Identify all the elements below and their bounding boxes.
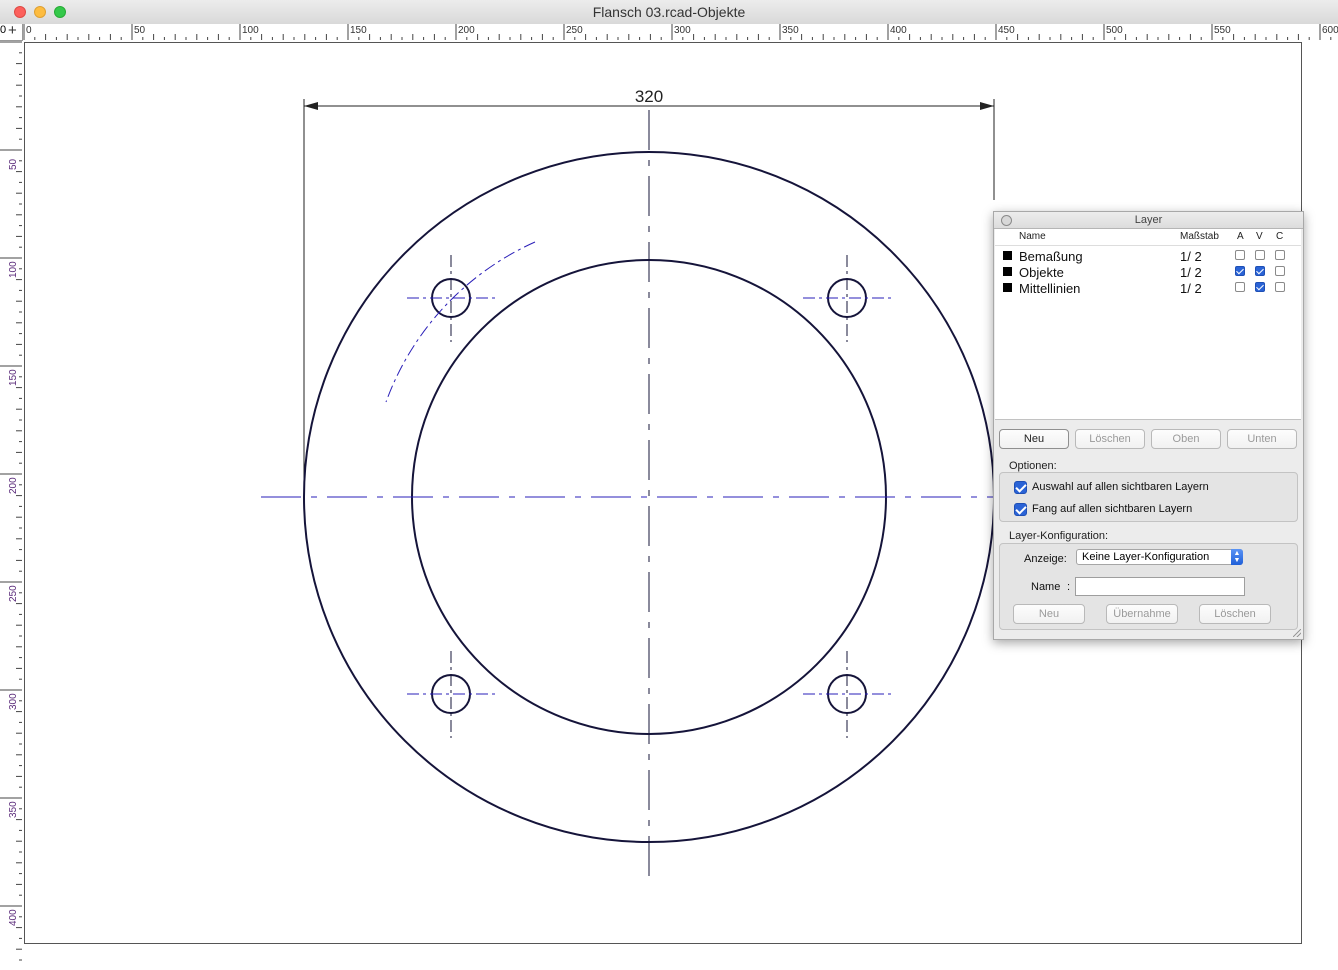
option-selection-label[interactable]: Auswahl auf allen sichtbaren Layern [1032, 481, 1209, 493]
column-header-scale[interactable]: Maßstab [1180, 231, 1220, 242]
checkbox-c[interactable] [1275, 282, 1285, 292]
config-apply-button[interactable]: Übernahme [1106, 604, 1178, 624]
option-selection-checkbox[interactable] [1014, 481, 1027, 494]
layer-panel-title: Layer [1134, 214, 1163, 226]
checkbox-a[interactable] [1235, 282, 1245, 292]
layer-config-select-value: Keine Layer-Konfiguration [1082, 551, 1210, 563]
option-snap-label[interactable]: Fang auf allen sichtbaren Layern [1032, 503, 1192, 515]
layer-row[interactable]: Mittellinien 1/ 2 [995, 280, 1301, 296]
checkbox-v[interactable] [1255, 250, 1265, 260]
layer-panel: Layer Name Maßstab A V C Bemaßung 1/ 2 O… [993, 211, 1304, 640]
checkbox-a[interactable] [1235, 250, 1245, 260]
layer-color-swatch[interactable] [1003, 283, 1012, 292]
layer-panel-titlebar: Layer [994, 212, 1303, 229]
dimension-arrow-left [304, 102, 318, 110]
checkbox-v[interactable] [1255, 266, 1265, 276]
layer-name: Mittellinien [1019, 281, 1081, 296]
layer-config-select[interactable]: Keine Layer-Konfiguration ▲ ▼ [1076, 549, 1243, 565]
resize-grip-icon[interactable] [1293, 629, 1301, 637]
dimension-text: 320 [635, 87, 663, 106]
layer-row[interactable]: Bemaßung 1/ 2 [995, 248, 1301, 264]
ruler-origin-label: 0 [0, 24, 7, 36]
option-snap-checkbox[interactable] [1014, 503, 1027, 516]
dimension-arrow-right [980, 102, 994, 110]
layer-row[interactable]: Objekte 1/ 2 [995, 264, 1301, 280]
checkbox-c[interactable] [1275, 250, 1285, 260]
column-header-a[interactable]: A [1237, 231, 1244, 242]
layer-color-swatch[interactable] [1003, 251, 1012, 260]
pitch-circle-arc [385, 241, 536, 403]
layer-scale: 1/ 2 [1180, 281, 1202, 296]
layer-scale: 1/ 2 [1180, 265, 1202, 280]
layer-list[interactable]: Name Maßstab A V C Bemaßung 1/ 2 Objekte… [995, 229, 1301, 420]
move-up-button[interactable]: Oben [1151, 429, 1221, 449]
column-header-v[interactable]: V [1256, 231, 1263, 242]
display-label: Anzeige: [1024, 553, 1067, 565]
layer-config-label: Layer-Konfiguration: [1009, 530, 1109, 542]
delete-layer-button[interactable]: Löschen [1075, 429, 1145, 449]
checkbox-c[interactable] [1275, 266, 1285, 276]
move-down-button[interactable]: Unten [1227, 429, 1297, 449]
checkbox-a[interactable] [1235, 266, 1245, 276]
ruler-origin[interactable]: 0 + [0, 22, 23, 41]
name-label: Name [1031, 581, 1061, 593]
column-header-name[interactable]: Name [1019, 231, 1046, 242]
config-new-button[interactable]: Neu [1013, 604, 1085, 624]
column-header-c[interactable]: C [1276, 231, 1283, 242]
panel-close-button[interactable] [1001, 215, 1012, 226]
config-name-input[interactable] [1075, 577, 1245, 596]
crosshair-icon: + [8, 22, 17, 39]
options-label: Optionen: [1009, 460, 1057, 472]
layer-scale: 1/ 2 [1180, 249, 1202, 264]
layer-name: Bemaßung [1019, 249, 1083, 264]
layer-color-swatch[interactable] [1003, 267, 1012, 276]
options-group: Auswahl auf allen sichtbaren Layern Fang… [999, 472, 1298, 522]
layer-name: Objekte [1019, 265, 1064, 280]
new-layer-button[interactable]: Neu [999, 429, 1069, 449]
config-delete-button[interactable]: Löschen [1199, 604, 1271, 624]
header-divider [995, 245, 1301, 246]
name-colon: : [1067, 581, 1071, 593]
select-arrows-icon: ▲ ▼ [1231, 549, 1243, 565]
checkbox-v[interactable] [1255, 282, 1265, 292]
